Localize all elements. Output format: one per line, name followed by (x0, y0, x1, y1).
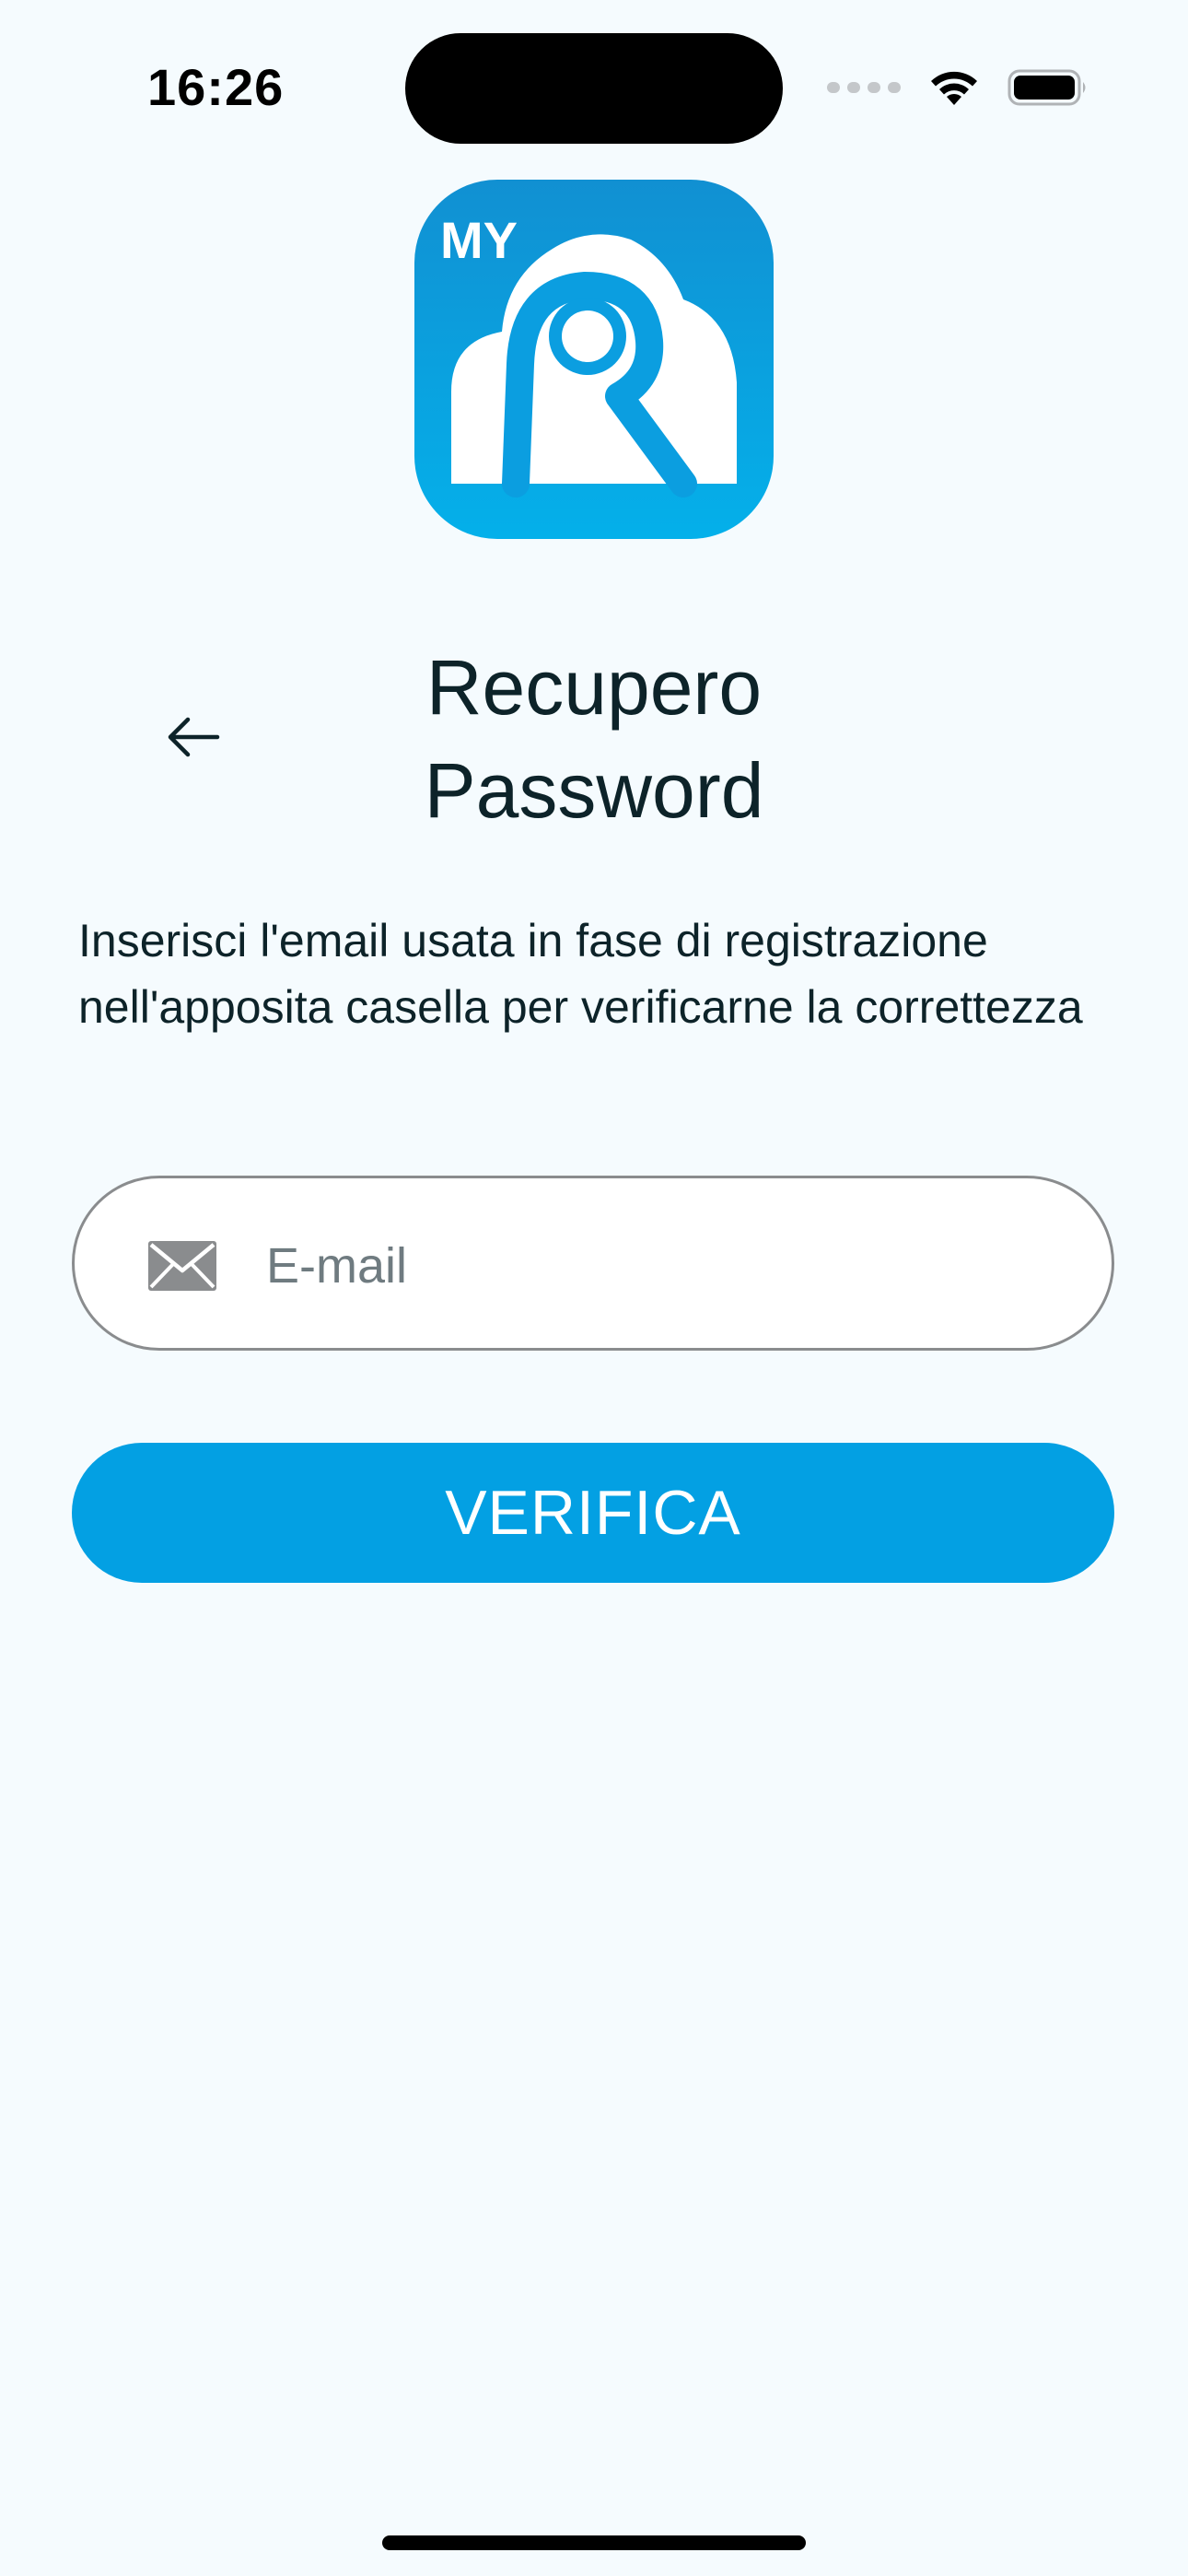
status-time: 16:26 (147, 58, 285, 116)
battery-icon (1007, 69, 1086, 106)
wifi-icon (931, 71, 977, 105)
page-title-line1: Recupero (425, 644, 763, 731)
email-input[interactable] (266, 1215, 1058, 1317)
page-title: Recupero Password (318, 636, 870, 842)
back-button[interactable] (157, 700, 230, 774)
dynamic-island (405, 33, 783, 144)
arrow-left-icon (168, 717, 220, 757)
description-text: Inserisci l'email usata in fase di regis… (78, 915, 1083, 1033)
logo-text: MY (440, 211, 518, 269)
app-logo: MY (414, 180, 774, 539)
status-icons (827, 64, 1089, 111)
envelope-icon (148, 1241, 216, 1291)
page-title-line2: Password (424, 747, 764, 834)
status-bar: 16:26 (0, 0, 1188, 175)
email-field[interactable] (72, 1176, 1114, 1351)
signal-dots-icon (827, 82, 901, 93)
app-logo-icon: MY (440, 211, 737, 498)
verify-button[interactable]: VERIFICA (72, 1443, 1114, 1583)
home-indicator[interactable] (382, 2535, 806, 2550)
